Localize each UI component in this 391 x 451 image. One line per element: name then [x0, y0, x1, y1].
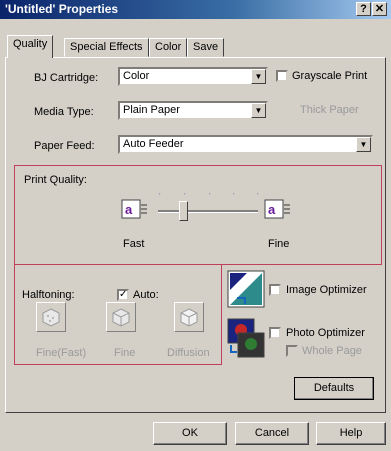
- chevron-down-icon[interactable]: ▼: [251, 103, 266, 118]
- paper-feed-label: Paper Feed:: [34, 140, 95, 152]
- cartridge-label: BJ Cartridge:: [34, 72, 99, 84]
- tab-quality[interactable]: Quality: [7, 35, 54, 58]
- photo-optimizer-icon: [227, 318, 265, 358]
- window-title: 'Untitled' Properties: [5, 2, 119, 16]
- fast-label: Fast: [123, 238, 145, 250]
- help-button[interactable]: Help: [316, 422, 386, 445]
- grayscale-checkbox[interactable]: [276, 70, 288, 82]
- fine-option-label: Fine: [114, 347, 136, 359]
- cube-diffusion-icon: [180, 308, 198, 327]
- auto-label: Auto:: [133, 289, 159, 301]
- chevron-down-icon[interactable]: ▼: [356, 137, 371, 152]
- media-type-label: Media Type:: [34, 106, 94, 118]
- print-quality-label: Print Quality:: [24, 174, 87, 186]
- quality-ticks: ˊ ˊ ˊ ˊ ˊ: [158, 192, 259, 202]
- cube-pattern-icon: [42, 308, 60, 327]
- tab-save[interactable]: Save: [187, 38, 225, 57]
- tab-special-effects[interactable]: Special Effects: [64, 38, 149, 57]
- halftone-fine-fast-button[interactable]: [36, 302, 66, 332]
- whole-page-checkbox[interactable]: [286, 345, 298, 357]
- photo-optimizer-checkbox[interactable]: [269, 327, 281, 339]
- svg-text:a: a: [268, 202, 276, 217]
- media-type-select[interactable]: Plain Paper ▼: [118, 101, 268, 120]
- media-type-value: Plain Paper: [123, 104, 180, 116]
- tab-color[interactable]: Color: [149, 38, 188, 57]
- image-optimizer-checkbox[interactable]: [269, 284, 281, 296]
- help-title-button[interactable]: ?: [356, 2, 371, 16]
- ok-button[interactable]: OK: [153, 422, 227, 445]
- paper-feed-value: Auto Feeder: [123, 138, 184, 150]
- halftone-fine-button[interactable]: [106, 302, 136, 332]
- close-button[interactable]: ✕: [372, 2, 387, 16]
- fine-fast-label: Fine(Fast): [36, 347, 87, 359]
- cartridge-value: Color: [123, 70, 150, 82]
- fast-quality-icon: a: [121, 199, 147, 219]
- paper-feed-select[interactable]: Auto Feeder ▼: [118, 135, 373, 154]
- auto-checkbox[interactable]: ✓: [117, 289, 129, 301]
- diffusion-label: Diffusion: [167, 347, 210, 359]
- cartridge-select[interactable]: Color ▼: [118, 67, 268, 86]
- halftone-diffusion-button[interactable]: [174, 302, 204, 332]
- cube-icon: [112, 308, 130, 327]
- image-optimizer-icon: [227, 270, 265, 308]
- fine-label: Fine: [268, 238, 290, 250]
- quality-slider-thumb[interactable]: [179, 201, 188, 221]
- cancel-button[interactable]: Cancel: [235, 422, 309, 445]
- chevron-down-icon[interactable]: ▼: [251, 69, 266, 84]
- whole-page-label: Whole Page: [302, 345, 362, 357]
- halftoning-label: Halftoning:: [22, 289, 75, 301]
- svg-text:a: a: [125, 202, 133, 217]
- defaults-button[interactable]: Defaults: [294, 377, 374, 400]
- quality-slider-track[interactable]: [158, 210, 258, 213]
- fine-quality-icon: a: [264, 199, 290, 219]
- grayscale-label: Grayscale Print: [292, 70, 368, 82]
- photo-optimizer-label: Photo Optimizer: [286, 327, 365, 339]
- thick-paper-label: Thick Paper: [300, 104, 359, 116]
- image-optimizer-label: Image Optimizer: [286, 284, 367, 296]
